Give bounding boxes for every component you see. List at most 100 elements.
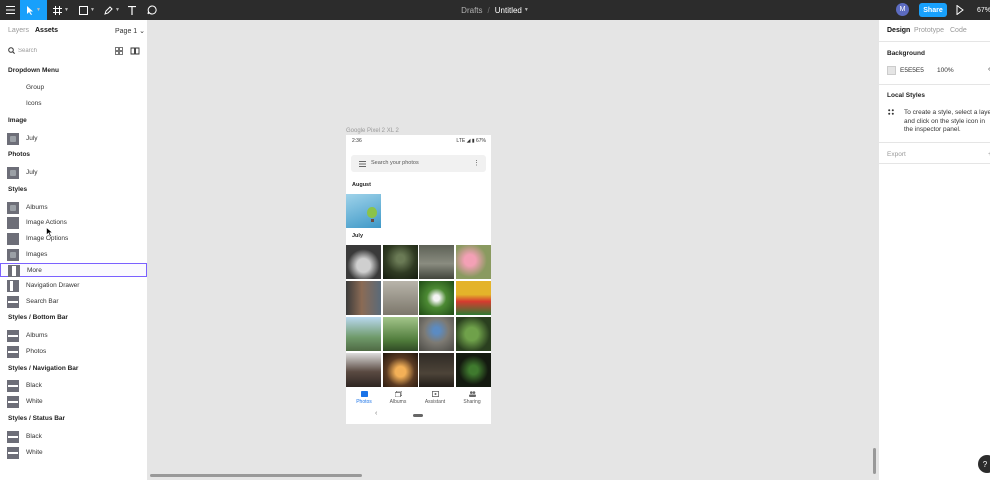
asset-item[interactable]: July — [0, 166, 147, 180]
asset-label: Navigation Drawer — [26, 282, 80, 289]
asset-item[interactable]: Albums — [0, 201, 147, 215]
section-header[interactable]: Dropdown Menu — [8, 67, 59, 74]
canvas[interactable] — [148, 20, 878, 480]
photo-thumbnail[interactable] — [346, 353, 381, 387]
local-styles-header: Local Styles — [887, 92, 925, 99]
asset-label: July — [26, 135, 38, 142]
search-input[interactable] — [18, 45, 98, 56]
photo-thumbnail[interactable] — [456, 317, 491, 351]
nav-albums[interactable]: Albums — [380, 388, 416, 405]
section-header[interactable]: Styles / Navigation Bar — [8, 365, 78, 372]
component-thumbnail — [7, 98, 19, 110]
photo-thumbnail[interactable] — [419, 353, 454, 387]
right-panel-tabs: Design Prototype Code — [879, 20, 990, 42]
section-header[interactable]: Image — [8, 117, 27, 124]
avatar[interactable]: M — [896, 3, 909, 16]
grid-view-icon[interactable] — [115, 47, 123, 55]
photo-thumbnail[interactable] — [383, 317, 418, 351]
background-hex-value[interactable]: E5E5E5 — [900, 67, 924, 74]
nav-assistant[interactable]: Assistant — [417, 388, 453, 405]
photo-balloon[interactable] — [346, 194, 381, 228]
background-color-swatch[interactable] — [887, 66, 896, 75]
more-vert-icon[interactable]: ⋮ — [473, 159, 480, 167]
status-time: 2:36 — [352, 138, 362, 144]
tab-design[interactable]: Design — [887, 27, 910, 34]
photo-thumbnail[interactable] — [419, 281, 454, 315]
photo-thumbnail[interactable] — [346, 317, 381, 351]
nav-label: Sharing — [463, 399, 481, 405]
search-icon — [8, 47, 15, 54]
breadcrumb-drafts[interactable]: Drafts — [461, 6, 482, 15]
asset-label: Albums — [26, 332, 48, 339]
zoom-level[interactable]: 67% — [977, 0, 990, 20]
export-header[interactable]: Export — [887, 151, 906, 158]
bottom-navigation: Photos Albums Assistant Sharing — [346, 388, 491, 408]
asset-item[interactable]: White — [0, 446, 147, 460]
nav-photos[interactable]: Photos — [346, 388, 382, 405]
photos-search-placeholder: Search your photos — [371, 160, 419, 166]
asset-item[interactable]: Search Bar — [0, 295, 147, 309]
toolbar: ▼ ▼ ▼ ▼ Drafts / Untitled ▼ M Share 67% — [0, 0, 990, 20]
share-button[interactable]: Share — [919, 3, 947, 17]
home-pill-icon[interactable] — [413, 414, 423, 417]
asset-item[interactable]: White — [0, 395, 147, 409]
style-thumbnail — [7, 217, 19, 229]
phone-frame[interactable]: 2:36 LTE ◢ ▮ 67% Search your photos ⋮ Au… — [346, 135, 491, 424]
hamburger-icon[interactable] — [359, 161, 366, 167]
file-title[interactable]: Untitled — [495, 6, 522, 15]
asset-item[interactable]: Group — [0, 81, 147, 95]
tab-layers[interactable]: Layers — [8, 27, 29, 34]
photo-thumbnail[interactable] — [383, 281, 418, 315]
tab-assets[interactable]: Assets — [35, 27, 58, 34]
photo-thumbnail[interactable] — [456, 281, 491, 315]
asset-item[interactable]: Icons — [0, 97, 147, 111]
asset-item[interactable]: July — [0, 132, 147, 146]
asset-item[interactable]: Navigation Drawer — [0, 279, 147, 293]
chevron-down-icon[interactable]: ▼ — [524, 7, 529, 13]
photo-thumbnail[interactable] — [456, 245, 491, 279]
asset-label: Photos — [26, 348, 47, 355]
style-thumbnail — [7, 330, 19, 342]
photo-thumbnail[interactable] — [346, 245, 381, 279]
photo-thumbnail[interactable] — [383, 245, 418, 279]
photo-thumbnail[interactable] — [456, 353, 491, 387]
photo-thumbnail[interactable] — [419, 317, 454, 351]
asset-label: More — [27, 267, 42, 274]
help-button[interactable]: ? — [978, 455, 990, 473]
page-selector[interactable]: Page 1 ⌄ — [115, 27, 145, 35]
asset-item[interactable]: Image Actions — [0, 216, 147, 230]
status-indicators: LTE ◢ ▮ 67% — [456, 138, 486, 144]
vertical-scrollbar[interactable] — [873, 448, 876, 474]
asset-label: Group — [26, 84, 45, 91]
tab-code[interactable]: Code — [950, 27, 967, 34]
style-thumbnail — [7, 431, 19, 443]
frame-label[interactable]: Google Pixel 2 XL 2 — [346, 128, 399, 134]
section-header[interactable]: Styles — [8, 186, 27, 193]
nav-label: Assistant — [424, 399, 446, 405]
photo-thumbnail[interactable] — [383, 353, 418, 387]
tab-prototype[interactable]: Prototype — [914, 27, 944, 34]
horizontal-scrollbar[interactable] — [150, 474, 362, 477]
photo-thumbnail[interactable] — [419, 245, 454, 279]
system-nav-bar: ‹ — [346, 410, 491, 422]
nav-sharing[interactable]: Sharing — [454, 388, 490, 405]
photos-search-bar[interactable]: Search your photos ⋮ — [351, 155, 486, 172]
section-header[interactable]: Photos — [8, 151, 30, 158]
asset-item[interactable]: Images — [0, 248, 147, 262]
library-icon[interactable] — [130, 47, 140, 55]
play-icon[interactable] — [956, 5, 964, 15]
style-thumbnail — [7, 346, 19, 358]
asset-item[interactable]: Albums — [0, 329, 147, 343]
asset-item-selected[interactable]: More — [0, 263, 147, 277]
photo-thumbnail[interactable] — [346, 281, 381, 315]
asset-item[interactable]: Image Options — [0, 232, 147, 246]
asset-item[interactable]: Photos — [0, 345, 147, 359]
asset-label: White — [26, 449, 43, 456]
section-header[interactable]: Styles / Bottom Bar — [8, 314, 68, 321]
asset-item[interactable]: Black — [0, 379, 147, 393]
asset-item[interactable]: Black — [0, 430, 147, 444]
back-icon[interactable]: ‹ — [375, 410, 377, 417]
status-bar: 2:36 LTE ◢ ▮ 67% — [346, 135, 491, 147]
background-opacity-value[interactable]: 100% — [937, 67, 954, 74]
section-header[interactable]: Styles / Status Bar — [8, 415, 65, 422]
